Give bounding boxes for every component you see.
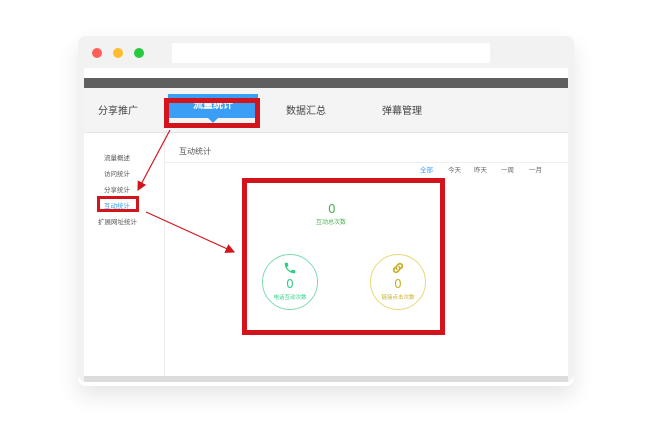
filter-yesterday[interactable]: 昨天 [474, 164, 487, 174]
highlight-box-nav [164, 98, 260, 128]
filter-all[interactable]: 全部 [420, 164, 433, 174]
title-divider [165, 162, 568, 163]
minimize-window-button[interactable] [113, 48, 123, 58]
address-bar[interactable] [172, 43, 490, 63]
filter-month[interactable]: 一月 [529, 164, 542, 174]
filter-week[interactable]: 一周 [501, 164, 514, 174]
sidebar-item-share-statistics[interactable]: 分享统计 [104, 184, 130, 194]
sidebar: 流量概述 访问统计 分享统计 互动统计 扩展网址统计 [84, 132, 165, 376]
highlight-box-sidebar [97, 196, 139, 212]
top-nav: 分享推广 流量统计 数据汇总 弹幕管理 [84, 88, 568, 133]
title-bar [78, 36, 574, 68]
tab-data-summary[interactable]: 数据汇总 [286, 102, 326, 117]
highlight-box-panel [242, 178, 445, 335]
zoom-window-button[interactable] [134, 48, 144, 58]
bottom-bar [84, 376, 568, 382]
sidebar-item-traffic-overview[interactable]: 流量概述 [104, 152, 130, 162]
tab-danmaku-management[interactable]: 弹幕管理 [382, 102, 422, 117]
tab-share-promotion[interactable]: 分享推广 [98, 102, 138, 117]
sidebar-item-visit-statistics[interactable]: 访问统计 [104, 168, 130, 178]
close-window-button[interactable] [92, 48, 102, 58]
header-bar [84, 78, 568, 88]
filter-today[interactable]: 今天 [448, 164, 461, 174]
sidebar-item-extended-url-statistics[interactable]: 扩展网址统计 [98, 216, 137, 226]
page-title: 互动统计 [179, 147, 211, 156]
